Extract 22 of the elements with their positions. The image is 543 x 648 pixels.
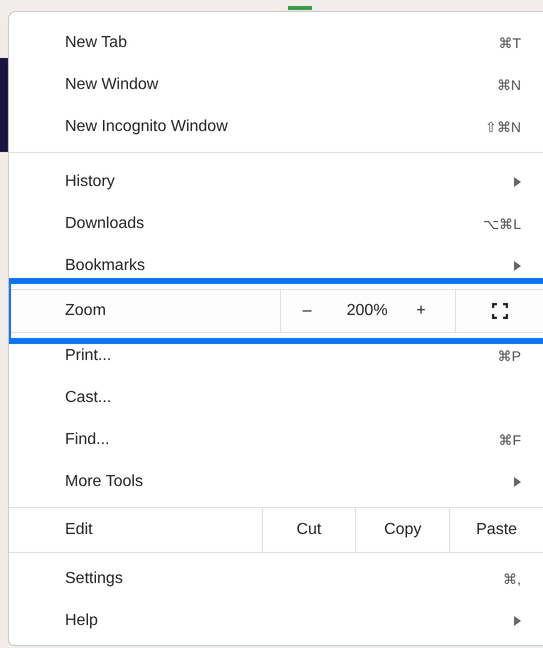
edit-action-button[interactable]: Cut bbox=[262, 508, 356, 552]
menu-item[interactable]: Find... ⌘F bbox=[9, 419, 543, 461]
menu-item[interactable]: Downloads ⌥⌘L bbox=[9, 203, 543, 245]
edit-action-button[interactable]: Paste bbox=[449, 508, 543, 552]
background-tab-indicator bbox=[288, 6, 312, 10]
menu-item[interactable]: Help bbox=[9, 600, 543, 642]
menu-item[interactable]: New Window ⌘N bbox=[9, 64, 543, 106]
menu-item[interactable]: Settings ⌘, bbox=[9, 558, 543, 600]
menu-item[interactable]: New Tab ⌘T bbox=[9, 22, 543, 64]
menu-item[interactable]: Bookmarks bbox=[9, 245, 543, 287]
menu-item[interactable]: Cast... bbox=[9, 377, 543, 419]
zoom-level: 200% bbox=[346, 301, 389, 321]
zoom-out-button[interactable]: – bbox=[281, 299, 334, 323]
zoom-in-button[interactable]: + bbox=[401, 299, 442, 323]
menu-item[interactable]: Print... ⌘P bbox=[9, 335, 543, 377]
zoom-label: Zoom bbox=[64, 301, 107, 321]
fullscreen-icon bbox=[492, 303, 508, 319]
menu-item[interactable]: New Incognito Window ⇧⌘N bbox=[9, 106, 543, 148]
edit-label: Edit bbox=[64, 520, 94, 540]
edit-action-button[interactable]: Copy bbox=[355, 508, 450, 552]
menu-item[interactable]: More Tools bbox=[9, 461, 543, 503]
menu-item[interactable]: History bbox=[9, 161, 543, 203]
